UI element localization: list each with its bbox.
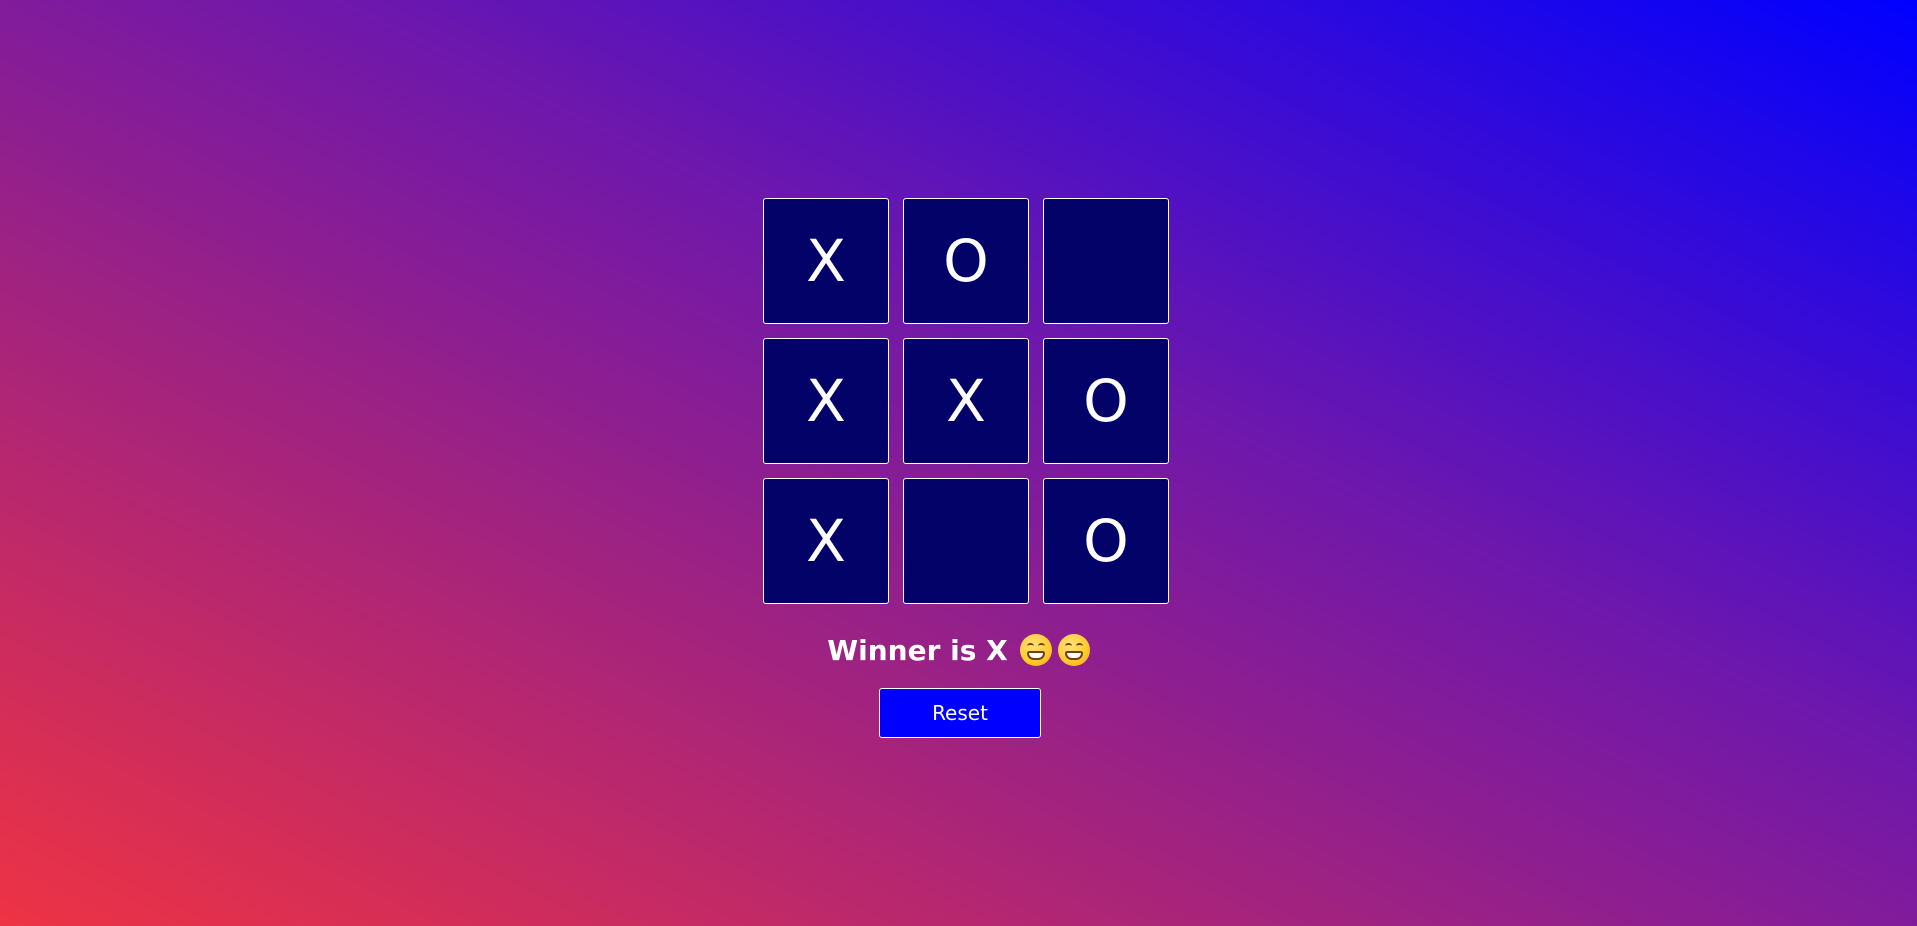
- board-cell-9[interactable]: O: [1043, 478, 1169, 604]
- grinning-face-icon: [1057, 634, 1090, 666]
- board-cell-2[interactable]: O: [903, 198, 1029, 324]
- board-cell-8[interactable]: [903, 478, 1029, 604]
- reset-button[interactable]: Reset: [879, 688, 1041, 738]
- grinning-face-icon: [1019, 634, 1052, 666]
- board-cell-1[interactable]: X: [763, 198, 889, 324]
- winner-text: Winner is X: [827, 633, 1008, 667]
- emoji-row: [1019, 634, 1090, 666]
- board-cell-4[interactable]: X: [763, 338, 889, 464]
- board-cell-5[interactable]: X: [903, 338, 1029, 464]
- game-board: X O X X O X O: [763, 198, 1169, 604]
- board-cell-6[interactable]: O: [1043, 338, 1169, 464]
- board-cell-3[interactable]: [1043, 198, 1169, 324]
- winner-status: Winner is X: [0, 630, 1917, 670]
- board-cell-7[interactable]: X: [763, 478, 889, 604]
